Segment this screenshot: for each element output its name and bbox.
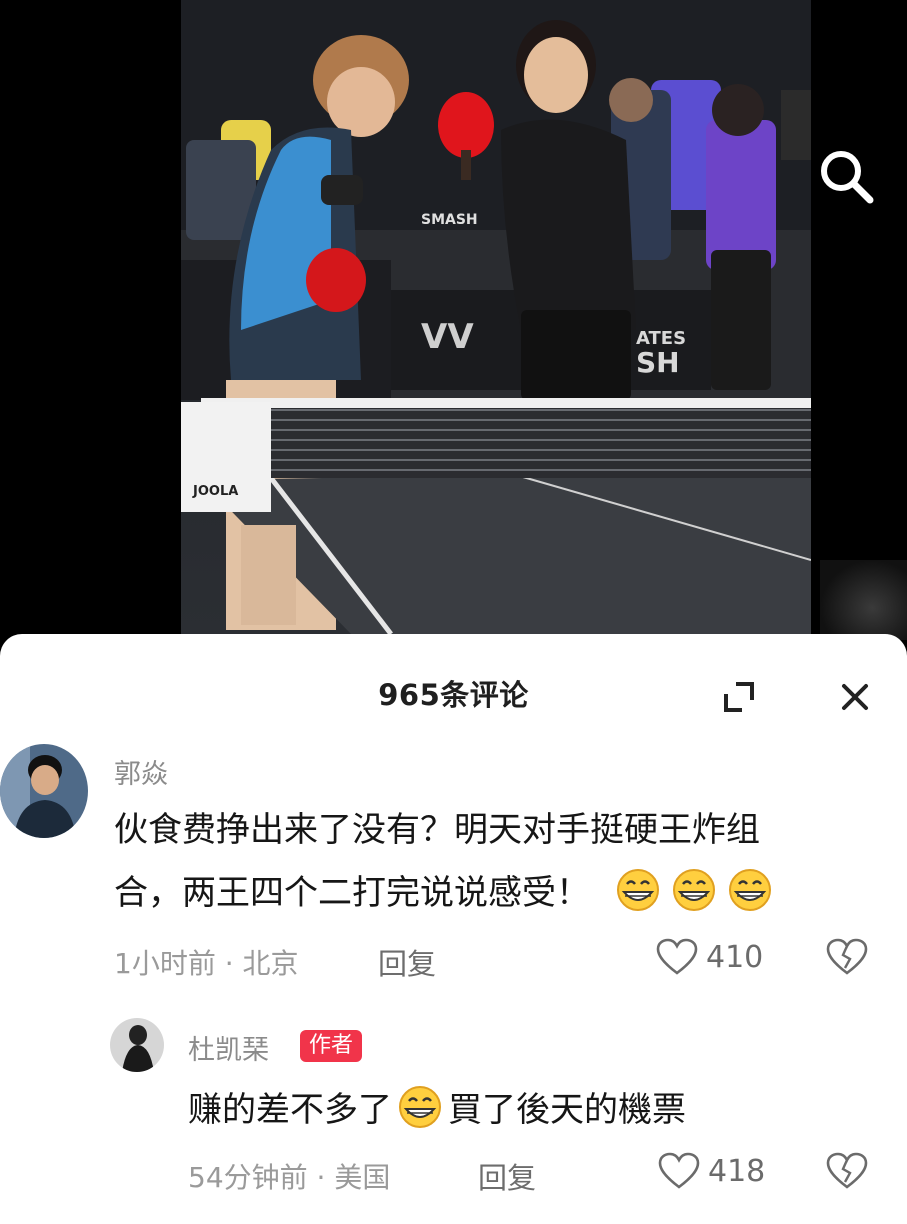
author-badge: 作者 [300,1030,363,1062]
heart-icon [656,938,698,975]
meta-separator: · [224,947,243,980]
search-icon [821,151,874,204]
comment-text-segment: 合，两王四个二打完说说感受！ [114,873,590,913]
like-count: 410 [706,939,764,975]
dislike-button[interactable] [826,1152,868,1194]
like-button[interactable]: 418 [658,1152,765,1190]
grin-emoji-icon [729,869,771,911]
meta-separator: · [316,1161,335,1194]
banner-smash: SMASH [421,212,478,228]
reply-button[interactable]: 回复 [478,1155,536,1197]
comment-body: 伙食费挣出来了没有？明天对手挺硬王炸组 合，两王四个二打完说说感受！ [114,799,894,925]
comment-line: 合，两王四个二打完说说感受！ [114,862,894,925]
banner-sh: SH [636,346,680,379]
avatar-image [110,1018,164,1072]
grin-emoji-icon [399,1086,441,1128]
avatar[interactable] [0,744,88,838]
video-scene: VV ATES SH SMASH JOOLA [181,0,811,634]
video-player[interactable]: VV ATES SH SMASH JOOLA [0,0,907,640]
reply-button[interactable]: 回复 [378,941,436,983]
expand-button[interactable] [712,674,764,718]
comment-body: 赚的差不多了 買了後天的機票 [188,1079,888,1142]
broken-heart-icon [826,938,868,975]
background-shade [820,560,907,640]
heart-icon [658,1152,700,1189]
comment-time: 1小时前 [114,947,216,980]
banner-logo: VV [421,317,474,357]
comment-text-segment: 買了後天的機票 [448,1090,686,1130]
net-brand: JOOLA [192,484,238,499]
like-count: 418 [708,1153,766,1189]
comments-panel: 965条评论 郭焱 伙食费挣出来了没有？明天对手挺硬王炸组 合，两王四个二打完说… [0,634,907,1224]
comment-location: 美国 [334,1161,391,1194]
comment-meta: 54分钟前 · 美国 [188,1156,390,1196]
broken-heart-icon [826,1152,868,1189]
expand-icon [724,682,754,712]
like-button[interactable]: 410 [656,938,763,976]
search-button[interactable] [812,142,882,212]
comment-meta: 1小时前 · 北京 [114,942,299,982]
comment-username[interactable]: 郭焱 [114,752,168,791]
video-frame[interactable]: VV ATES SH SMASH JOOLA [181,0,811,634]
comment-location: 北京 [242,947,299,980]
grin-emoji-icon [673,869,715,911]
comment-time: 54分钟前 [188,1161,308,1194]
close-icon [842,684,868,710]
avatar[interactable] [110,1018,164,1072]
close-button[interactable] [828,672,880,720]
comment-line: 伙食费挣出来了没有？明天对手挺硬王炸组 [114,810,760,850]
avatar-image [0,744,88,838]
comment-username[interactable]: 杜凯琹 [188,1028,269,1067]
comment-text-segment: 赚的差不多了 [188,1090,392,1130]
dislike-button[interactable] [826,938,868,980]
grin-emoji-icon [617,869,659,911]
comments-count-title: 965条评论 [378,678,529,712]
